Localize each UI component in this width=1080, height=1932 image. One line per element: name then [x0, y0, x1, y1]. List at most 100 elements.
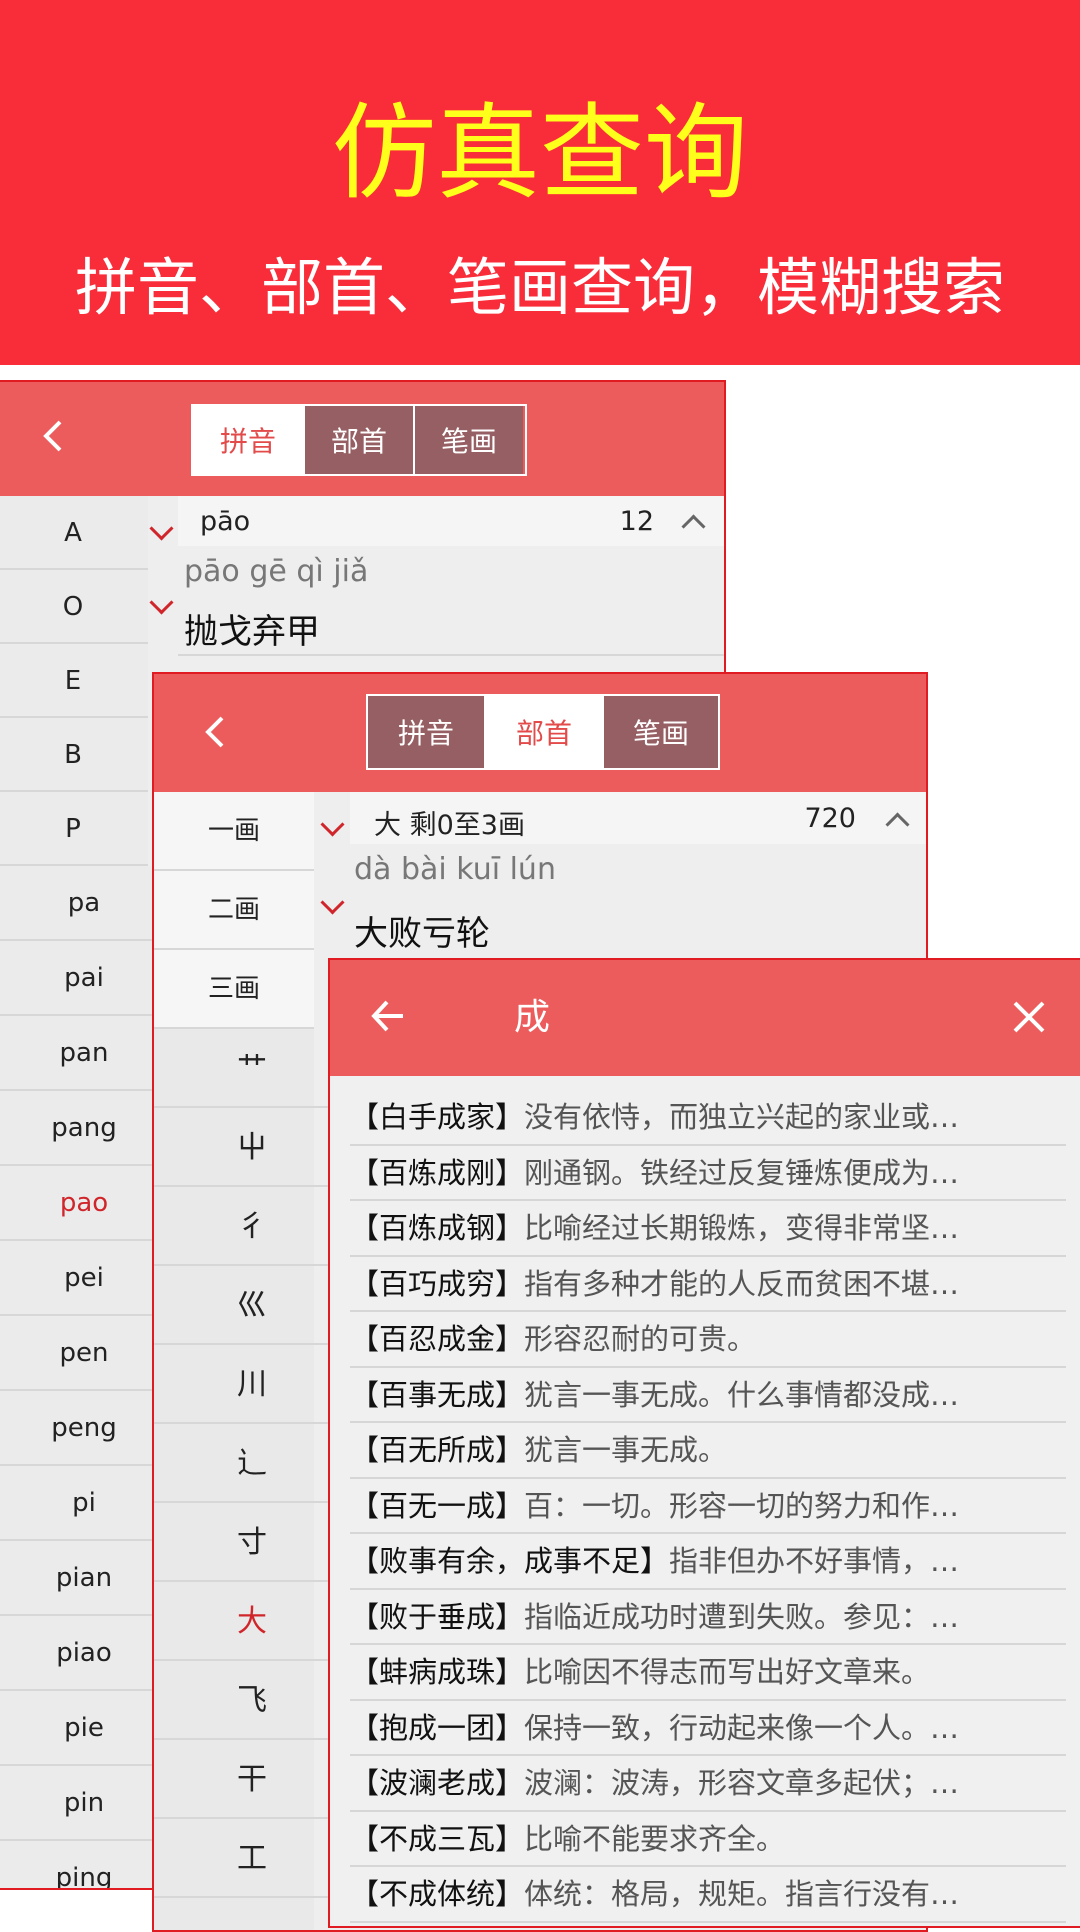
result-description: 比喻因不得志而写出好文章来。 — [524, 1655, 931, 1689]
result-row[interactable]: 【败于垂成】指临近成功时遭到失败。参见：… — [350, 1590, 1066, 1645]
radical-item[interactable]: 彳 — [154, 1187, 350, 1266]
stroke-item[interactable]: 二画 — [154, 871, 314, 950]
syllable-item[interactable]: pai — [0, 941, 170, 1016]
result-row[interactable]: 【百忍成金】形容忍耐的可贵。 — [350, 1312, 1066, 1368]
radical-item[interactable]: 寸 — [154, 1503, 350, 1582]
result-word: 【百炼成钢】 — [350, 1211, 525, 1245]
result-word: 【百事无成】 — [350, 1377, 525, 1412]
radical-item[interactable]: 工 — [154, 1819, 350, 1898]
radical-item[interactable]: 巛 — [154, 1266, 350, 1345]
result-description: 指非但办不好事情，… — [669, 1544, 960, 1578]
letter-item[interactable]: B — [0, 718, 148, 792]
result-word: 【百巧成穷】 — [350, 1266, 525, 1301]
idiom-text[interactable]: 大败亏轮 — [354, 906, 490, 955]
result-description: 没有依恃，而独立兴起的家业或… — [524, 1100, 960, 1134]
tab-radical[interactable]: 部首 — [303, 406, 413, 474]
arrow-left-icon[interactable] — [370, 998, 406, 1034]
search-results-list: 【白手成家】没有依恃，而独立兴起的家业或… 【百炼成刚】刚通钢。铁经过反复锤炼便成… — [350, 1090, 1066, 1923]
pinyin-panel-header: 拼音 部首 笔画 — [0, 382, 724, 496]
syllable-item[interactable]: pan — [0, 1016, 170, 1091]
stroke-item[interactable]: 一画 — [154, 792, 314, 871]
letter-item[interactable]: A — [0, 496, 148, 570]
chevron-down-icon[interactable] — [149, 590, 174, 615]
syllable-item[interactable]: pang — [0, 1091, 170, 1166]
result-row[interactable]: 【百无所成】犹言一事无成。 — [350, 1423, 1066, 1479]
syllable-item[interactable]: pie — [0, 1691, 170, 1766]
radical-item[interactable]: 干 — [154, 1740, 350, 1819]
result-row[interactable]: 【不成体统】体统：格局，规矩。指言行没有… — [350, 1867, 1066, 1923]
chevron-down-icon[interactable] — [320, 812, 345, 837]
result-word: 【百炼成刚】 — [350, 1155, 525, 1190]
result-row[interactable]: 【百炼成刚】刚通钢。铁经过反复锤炼便成为… — [350, 1146, 1066, 1201]
tab-stroke[interactable]: 笔画 — [602, 696, 718, 768]
result-row[interactable]: 【不成三瓦】比喻不能要求齐全。 — [350, 1812, 1066, 1867]
tab-radical[interactable]: 部首 — [484, 696, 602, 768]
result-description: 百：一切。形容一切的努力和作… — [524, 1488, 960, 1523]
row-divider — [178, 654, 724, 656]
radical-item[interactable]: 飞 — [154, 1661, 350, 1740]
stroke-list: 一画 二画 三画 艹屮彳巛川辶寸大飞干工 — [154, 792, 350, 1930]
result-word: 【不成三瓦】 — [350, 1821, 525, 1856]
result-row[interactable]: 【百事无成】犹言一事无成。什么事情都没成… — [350, 1368, 1066, 1423]
banner-title: 仿真查询 — [331, 92, 748, 214]
stroke-item[interactable]: 三画 — [154, 950, 314, 1029]
tab-stroke[interactable]: 笔画 — [413, 406, 523, 474]
syllable-item[interactable]: piao — [0, 1616, 170, 1691]
result-row[interactable]: 【败事有余，成事不足】指非但办不好事情，… — [350, 1534, 1066, 1590]
search-query-input[interactable]: 成 — [514, 990, 550, 1046]
radical-item[interactable]: 川 — [154, 1345, 350, 1424]
result-description: 犹言一事无成。什么事情都没成… — [524, 1377, 960, 1412]
result-row[interactable]: 【波澜老成】波澜：波涛，形容文章多起伏；… — [350, 1756, 1066, 1812]
letter-item[interactable]: P — [0, 792, 148, 866]
result-word: 【蚌病成珠】 — [350, 1655, 525, 1689]
back-icon[interactable] — [38, 416, 68, 464]
radical-panel-header: 拼音 部首 笔画 — [154, 674, 926, 792]
syllable-item[interactable]: pa — [0, 866, 170, 941]
chevron-up-icon[interactable] — [885, 812, 910, 837]
result-word: 【不成体统】 — [350, 1877, 525, 1911]
back-icon[interactable] — [200, 712, 230, 760]
syllable-item[interactable]: pi — [0, 1466, 170, 1541]
promo-banner: 仿真查询 拼音、部首、笔画查询，模糊搜索 — [0, 0, 1080, 365]
chevron-up-icon[interactable] — [681, 514, 706, 539]
syllable-item[interactable]: pao — [0, 1166, 170, 1241]
result-description: 比喻不能要求齐全。 — [524, 1821, 786, 1856]
tab-pinyin[interactable]: 拼音 — [193, 406, 303, 474]
result-word: 【白手成家】 — [350, 1100, 525, 1134]
search-panel: 成 【白手成家】没有依恃，而独立兴起的家业或… 【百炼成刚】刚通钢。铁经过反复锤炼… — [328, 958, 1080, 1928]
result-row[interactable]: 【百巧成穷】指有多种才能的人反而贫困不堪… — [350, 1257, 1066, 1312]
pinyin-group-header[interactable]: pāo 12 — [178, 496, 724, 546]
idiom-text[interactable]: 抛戈弃甲 — [184, 604, 320, 653]
result-word: 【抱成一团】 — [350, 1710, 525, 1745]
radical-item[interactable]: 艹 — [154, 1029, 350, 1108]
result-row[interactable]: 【白手成家】没有依恃，而独立兴起的家业或… — [350, 1090, 1066, 1146]
syllable-item[interactable]: pen — [0, 1316, 170, 1391]
close-icon[interactable] — [1012, 1000, 1046, 1034]
tab-pinyin[interactable]: 拼音 — [368, 696, 484, 768]
syllable-item[interactable]: ping — [0, 1841, 170, 1888]
result-description: 保持一致，行动起来像一个人。… — [524, 1710, 960, 1745]
radical-item[interactable]: 屮 — [154, 1108, 350, 1187]
chevron-down-icon[interactable] — [149, 516, 174, 541]
radical-item[interactable]: 辶 — [154, 1424, 350, 1503]
group-count: 12 — [619, 506, 654, 537]
group-title: 大 剩0至3画 — [374, 810, 525, 841]
letter-item[interactable]: O — [0, 570, 148, 644]
result-description: 体统：格局，规矩。指言行没有… — [524, 1877, 960, 1911]
result-row[interactable]: 【百炼成钢】比喻经过长期锻炼，变得非常坚… — [350, 1201, 1066, 1257]
syllable-item[interactable]: peng — [0, 1391, 170, 1466]
result-row[interactable]: 【抱成一团】保持一致，行动起来像一个人。… — [350, 1701, 1066, 1756]
syllable-item[interactable]: pin — [0, 1766, 170, 1841]
result-description: 指有多种才能的人反而贫困不堪… — [524, 1266, 960, 1301]
group-count: 720 — [804, 803, 856, 834]
result-row[interactable]: 【百无一成】百：一切。形容一切的努力和作… — [350, 1479, 1066, 1534]
chevron-down-icon[interactable] — [320, 890, 345, 915]
result-row[interactable]: 【蚌病成珠】比喻因不得志而写出好文章来。 — [350, 1645, 1066, 1701]
pinyin-letter-list: A O E B P pa pai pan pang pao pei pen peng pi pia… — [0, 496, 170, 1888]
radical-group-header[interactable]: 大 剩0至3画 720 — [350, 792, 926, 844]
radical-item[interactable]: 大 — [154, 1582, 350, 1661]
result-word: 【败于垂成】 — [350, 1599, 525, 1634]
syllable-item[interactable]: pian — [0, 1541, 170, 1616]
letter-item[interactable]: E — [0, 644, 148, 718]
syllable-item[interactable]: pei — [0, 1241, 170, 1316]
